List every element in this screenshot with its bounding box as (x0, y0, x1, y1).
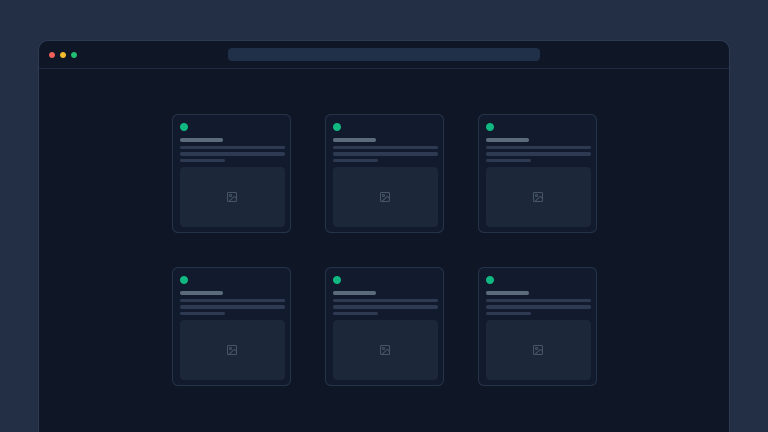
skeleton-text-line (486, 305, 591, 309)
skeleton-title-line (333, 138, 376, 142)
image-icon (226, 191, 238, 203)
skeleton-card[interactable] (478, 114, 597, 233)
skeleton-text-line (180, 152, 285, 156)
minimize-button[interactable] (60, 52, 66, 58)
skeleton-title-line (333, 291, 376, 295)
image-icon (379, 191, 391, 203)
image-placeholder (333, 320, 438, 380)
image-placeholder (180, 320, 285, 380)
skeleton-text-line (333, 305, 438, 309)
skeleton-title-line (486, 138, 529, 142)
image-icon (532, 344, 544, 356)
skeleton-card[interactable] (325, 267, 444, 386)
image-icon (226, 344, 238, 356)
skeleton-text-line (180, 305, 285, 309)
image-placeholder (486, 167, 591, 227)
page-background (0, 0, 768, 432)
status-dot-icon (486, 123, 494, 131)
skeleton-title-line (486, 291, 529, 295)
status-dot-icon (486, 276, 494, 284)
skeleton-text-line (486, 146, 591, 150)
skeleton-text-line (486, 152, 591, 156)
skeleton-text-line (486, 312, 531, 316)
skeleton-card[interactable] (172, 114, 291, 233)
content-area (39, 69, 729, 386)
skeleton-text-line (180, 312, 225, 316)
image-placeholder (486, 320, 591, 380)
status-dot-icon (333, 123, 341, 131)
skeleton-title-line (180, 291, 223, 295)
skeleton-text-line (333, 152, 438, 156)
url-bar[interactable] (228, 48, 540, 61)
skeleton-text-line (486, 299, 591, 303)
skeleton-text-line (333, 312, 378, 316)
status-dot-icon (180, 123, 188, 131)
image-placeholder (180, 167, 285, 227)
skeleton-text-line (180, 146, 285, 150)
skeleton-card[interactable] (478, 267, 597, 386)
skeleton-text-line (333, 146, 438, 150)
status-dot-icon (333, 276, 341, 284)
maximize-button[interactable] (71, 52, 77, 58)
browser-window (38, 40, 730, 432)
browser-titlebar (39, 41, 729, 69)
card-grid (39, 114, 729, 386)
skeleton-text-line (180, 159, 225, 163)
status-dot-icon (180, 276, 188, 284)
skeleton-text-line (333, 299, 438, 303)
image-placeholder (333, 167, 438, 227)
image-icon (532, 191, 544, 203)
skeleton-card[interactable] (325, 114, 444, 233)
skeleton-title-line (180, 138, 223, 142)
skeleton-text-line (333, 159, 378, 163)
close-button[interactable] (49, 52, 55, 58)
window-controls (39, 52, 77, 58)
image-icon (379, 344, 391, 356)
skeleton-card[interactable] (172, 267, 291, 386)
skeleton-text-line (486, 159, 531, 163)
skeleton-text-line (180, 299, 285, 303)
